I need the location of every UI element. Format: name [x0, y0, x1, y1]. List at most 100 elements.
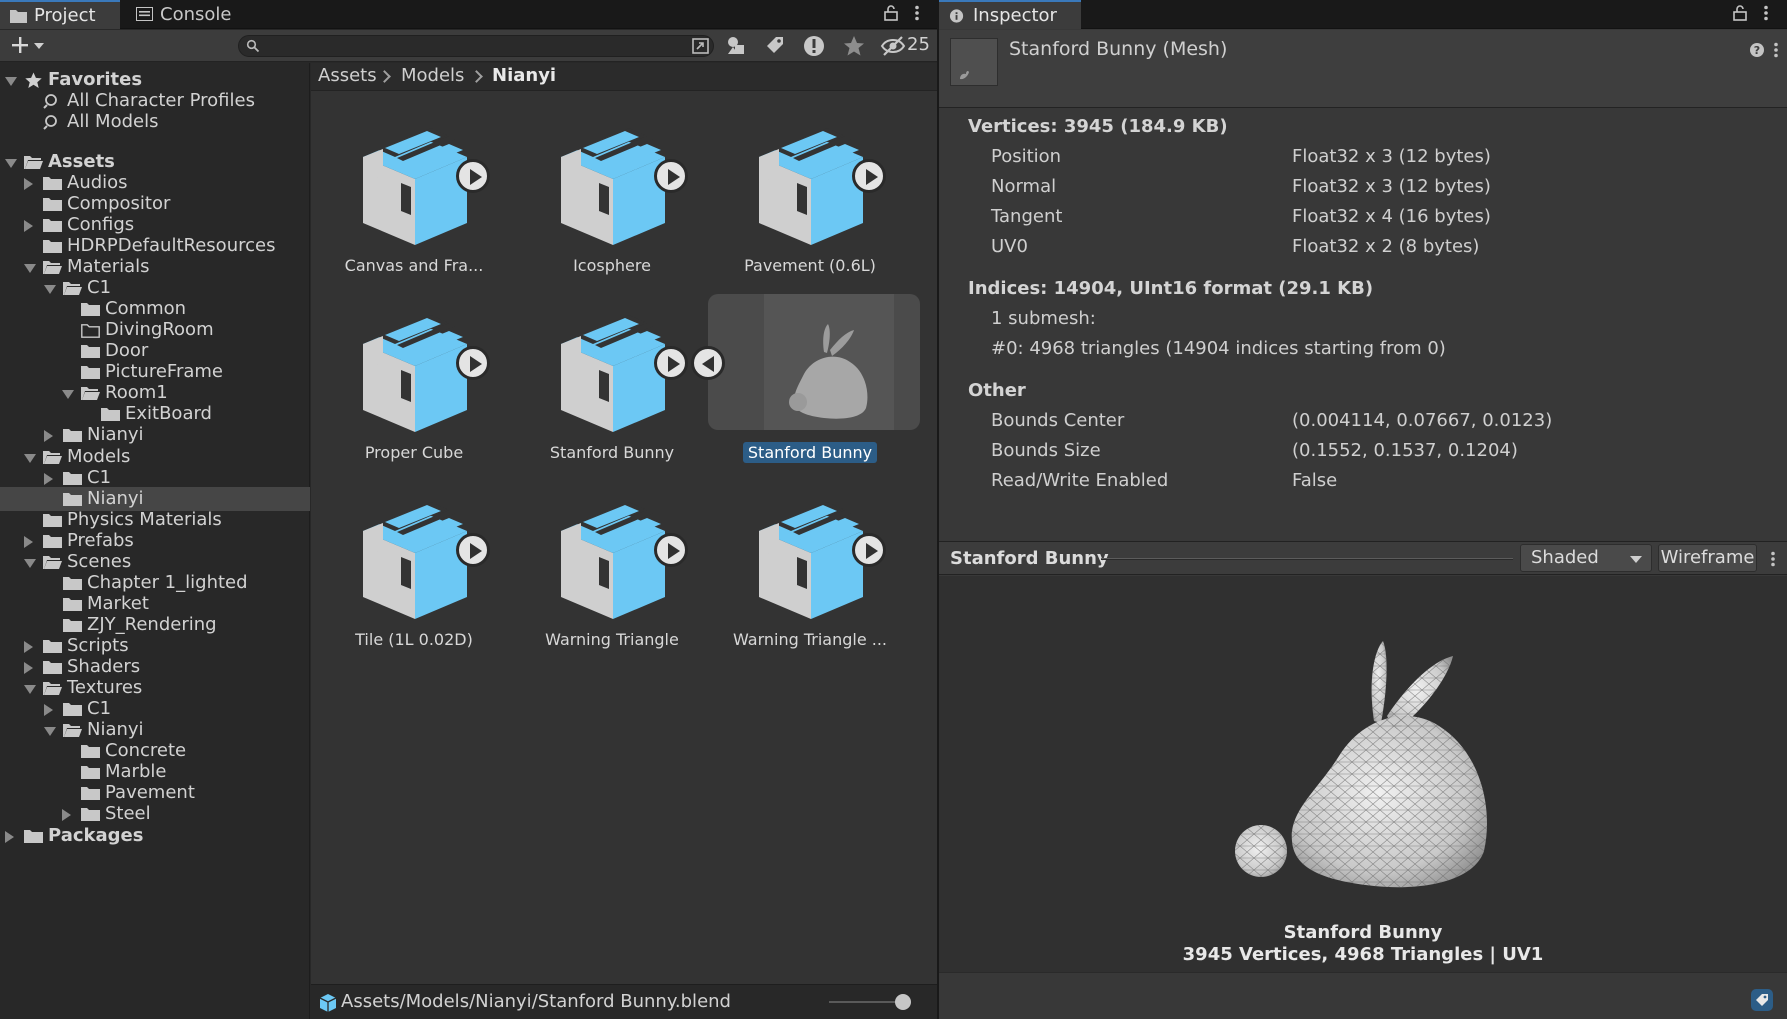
asset-item[interactable]: Tile (1L 0.02D)	[314, 491, 514, 661]
preview-divider[interactable]	[1101, 558, 1513, 560]
favorite-star-icon[interactable]	[841, 34, 867, 58]
zoom-slider-thumb[interactable]	[895, 994, 911, 1010]
collapse-arrow-icon[interactable]	[691, 346, 725, 380]
asset-item[interactable]: Stanford Bunny	[512, 304, 712, 474]
folder-icon	[63, 472, 82, 485]
asset-item[interactable]: Warning Triangle	[512, 491, 712, 661]
lock-icon[interactable]	[1731, 5, 1749, 23]
expand-arrow-open-icon[interactable]	[24, 454, 36, 463]
folder-open-icon	[43, 261, 62, 274]
kebab-menu-icon[interactable]	[1773, 42, 1779, 58]
expand-arrow-icon[interactable]	[852, 533, 886, 567]
other-name: Bounds Center	[991, 410, 1125, 431]
expand-arrow-open-icon[interactable]	[5, 77, 17, 86]
model-file-icon	[319, 994, 337, 1012]
folder-open-icon	[63, 282, 82, 295]
other-name: Read/Write Enabled	[991, 470, 1169, 491]
expand-arrow-closed-icon[interactable]	[44, 473, 53, 485]
expand-arrow-open-icon[interactable]	[44, 285, 56, 294]
wireframe-toggle[interactable]: Wireframe	[1658, 544, 1757, 572]
expand-arrow-closed-icon[interactable]	[24, 641, 33, 653]
expand-arrow-open-icon[interactable]	[24, 559, 36, 568]
filter-by-type-icon[interactable]	[724, 34, 750, 58]
asset-name-text: Proper Cube	[364, 443, 464, 462]
expand-arrow-open-icon[interactable]	[44, 727, 56, 736]
log-issues-icon[interactable]	[801, 34, 827, 58]
expand-arrow-open-icon[interactable]	[5, 159, 17, 168]
expand-arrow-closed-icon[interactable]	[24, 220, 33, 232]
folder-icon	[43, 514, 62, 527]
attr-value: Float32 x 2 (8 bytes)	[1292, 236, 1480, 257]
attr-name: Position	[991, 146, 1062, 167]
tab-project[interactable]: Project	[0, 0, 120, 29]
folder-tree[interactable]: Favorites All Character Profiles All Model…	[0, 63, 310, 1019]
tree-item[interactable]: All Models	[0, 110, 310, 134]
expand-arrow-icon[interactable]	[456, 346, 490, 380]
tree-item[interactable]: Packages	[0, 824, 310, 848]
tree-item[interactable]: Steel	[0, 802, 310, 826]
kebab-menu-icon[interactable]	[1757, 5, 1775, 23]
breadcrumb-models[interactable]: Models	[401, 63, 464, 89]
other-name: Bounds Size	[991, 440, 1101, 461]
folder-icon	[63, 598, 82, 611]
other-value: False	[1292, 470, 1338, 491]
expand-arrow-closed-icon[interactable]	[5, 831, 14, 843]
expand-arrow-closed-icon[interactable]	[44, 430, 53, 442]
asset-name: Stanford Bunny	[512, 443, 712, 462]
tree-item[interactable]: Nianyi	[0, 423, 310, 447]
asset-item[interactable]: Pavement (0.6L)	[710, 117, 910, 287]
expand-arrow-closed-icon[interactable]	[24, 662, 33, 674]
shading-mode-value: Shaded	[1531, 547, 1599, 568]
expand-arrow-icon[interactable]	[654, 346, 688, 380]
search-by-type-icon[interactable]	[691, 37, 711, 55]
mesh-preview[interactable]: Stanford Bunny 3945 Vertices, 4968 Trian…	[939, 576, 1787, 972]
asset-item[interactable]: Stanford Bunny	[691, 294, 920, 474]
tab-console[interactable]: Console	[126, 0, 246, 29]
asset-grid[interactable]: Assets Models Nianyi Canvas and Fra... Ic…	[311, 63, 937, 984]
help-icon[interactable]: ?	[1749, 42, 1765, 58]
folder-icon	[43, 640, 62, 653]
expand-arrow-open-icon[interactable]	[24, 264, 36, 273]
submesh-count: 1 submesh:	[991, 308, 1096, 329]
asset-item[interactable]: Warning Triangle ...	[710, 491, 910, 661]
hidden-packages-icon[interactable]	[880, 34, 906, 58]
tab-console-label: Console	[160, 4, 232, 25]
expand-arrow-closed-icon[interactable]	[62, 809, 71, 821]
folder-icon	[10, 10, 27, 23]
breadcrumb-assets[interactable]: Assets	[318, 63, 377, 89]
expand-arrow-icon[interactable]	[654, 533, 688, 567]
asset-item[interactable]: Icosphere	[512, 117, 712, 287]
folder-icon	[63, 577, 82, 590]
search-icon	[43, 115, 57, 130]
kebab-menu-icon[interactable]	[908, 5, 926, 23]
asset-item[interactable]: Canvas and Fra...	[314, 117, 514, 287]
folder-icon	[101, 408, 120, 421]
breadcrumb-nianyi[interactable]: Nianyi	[492, 63, 556, 89]
attr-value: Float32 x 3 (12 bytes)	[1292, 146, 1491, 167]
expand-arrow-icon[interactable]	[456, 159, 490, 193]
expand-arrow-closed-icon[interactable]	[24, 536, 33, 548]
search-field[interactable]	[238, 35, 714, 57]
asset-name-text: Canvas and Fra...	[344, 256, 484, 275]
expand-arrow-closed-icon[interactable]	[44, 704, 53, 716]
expand-arrow-icon[interactable]	[852, 159, 886, 193]
asset-label-icon[interactable]	[1751, 989, 1773, 1011]
expand-arrow-icon[interactable]	[456, 533, 490, 567]
lock-icon[interactable]	[882, 5, 900, 23]
folder-icon	[81, 366, 100, 379]
expand-arrow-open-icon[interactable]	[24, 685, 36, 694]
expand-arrow-closed-icon[interactable]	[24, 178, 33, 190]
kebab-menu-icon[interactable]	[1770, 551, 1776, 567]
folder-open-icon	[43, 682, 62, 695]
expand-arrow-open-icon[interactable]	[62, 390, 74, 399]
tab-inspector[interactable]: Inspector	[939, 0, 1081, 29]
asset-item[interactable]: Proper Cube	[314, 304, 514, 474]
create-button[interactable]	[6, 33, 48, 57]
asset-name: Stanford Bunny	[710, 442, 910, 463]
star-icon	[25, 72, 42, 88]
folder-icon	[63, 619, 82, 632]
shading-mode-select[interactable]: Shaded	[1520, 544, 1652, 572]
expand-arrow-icon[interactable]	[654, 159, 688, 193]
filter-by-label-icon[interactable]	[762, 34, 788, 58]
search-input[interactable]	[265, 37, 665, 55]
